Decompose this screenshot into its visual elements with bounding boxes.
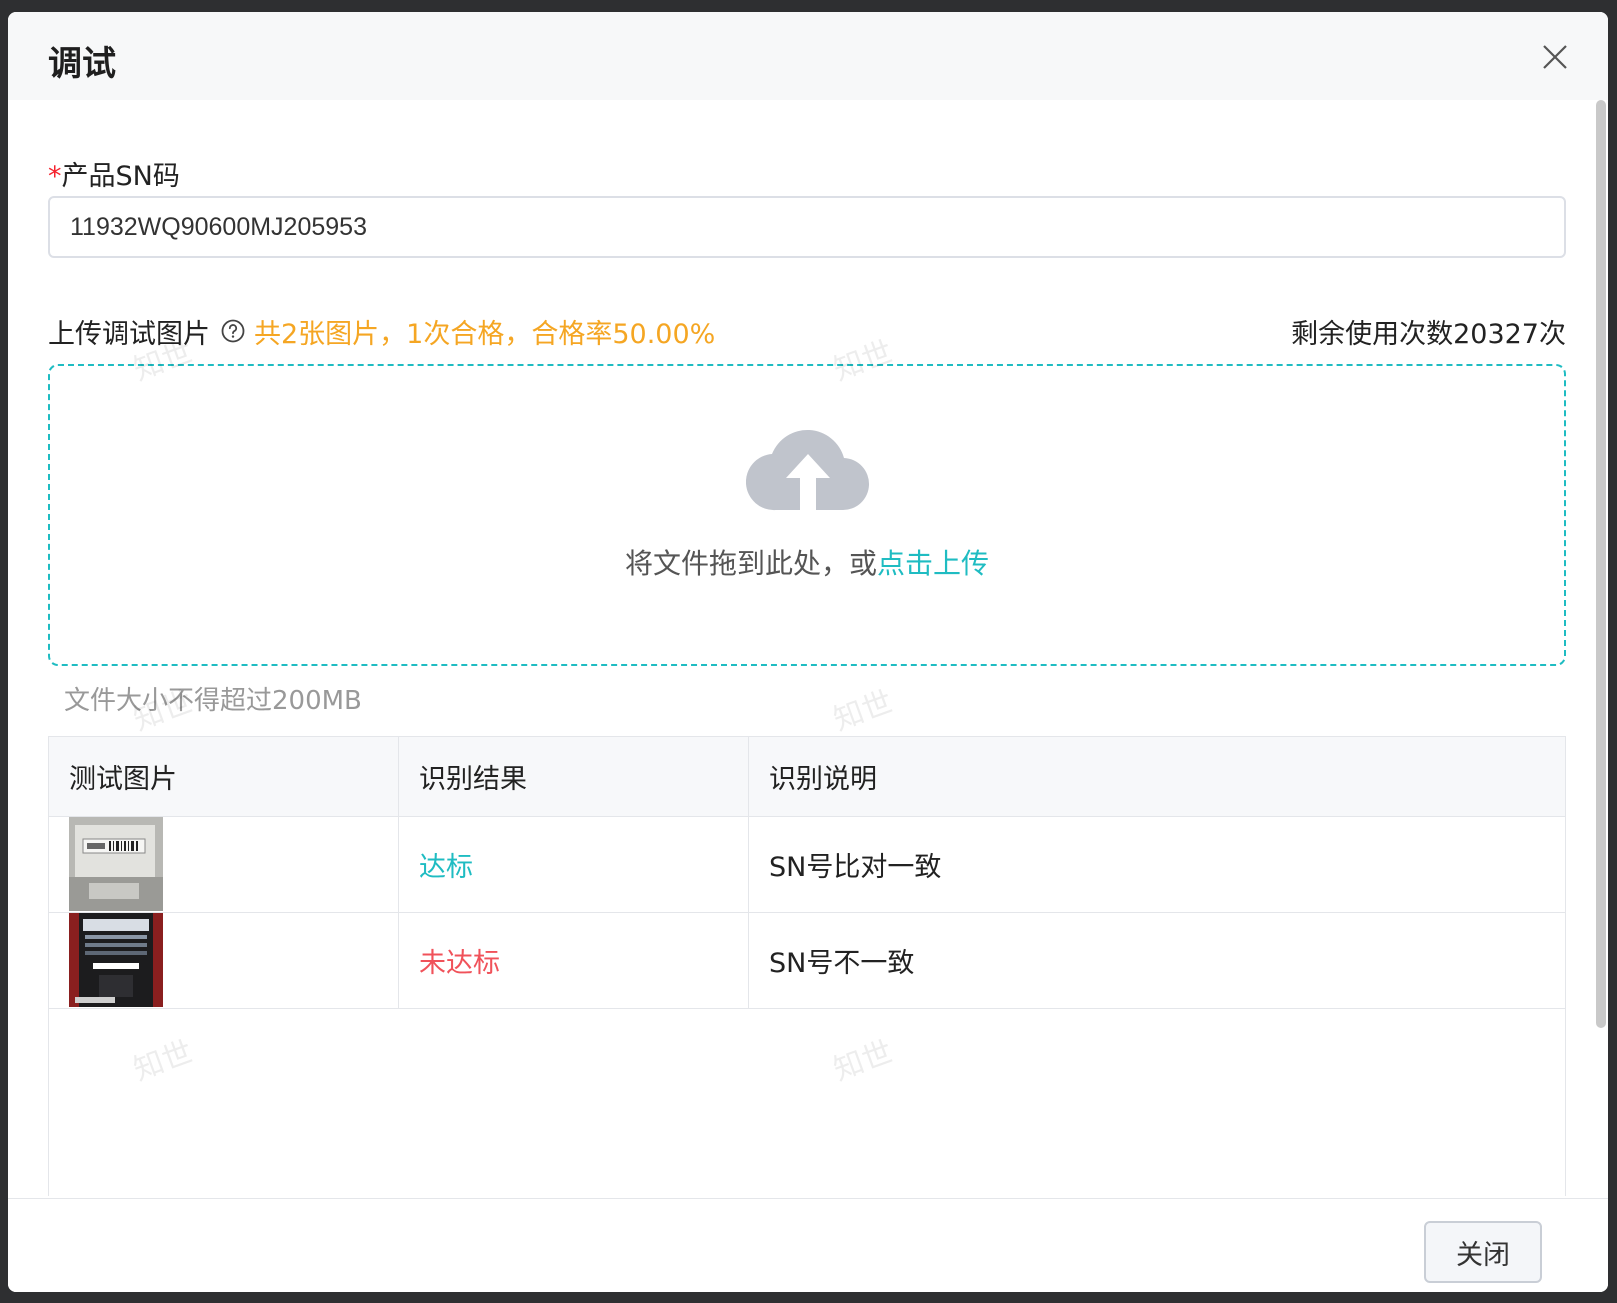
image-cell [49, 913, 399, 1008]
sn-label-text: 产品SN码 [61, 161, 180, 192]
scrollbar[interactable] [1596, 100, 1606, 1028]
drop-text: 将文件拖到此处，或 [624, 547, 877, 580]
question-circle-icon[interactable] [220, 318, 246, 344]
click-upload-link[interactable]: 点击上传 [877, 547, 989, 580]
close-icon[interactable] [1540, 42, 1570, 72]
device-rack-photo[interactable] [69, 913, 163, 1007]
upload-stats: 共2张图片，1次合格，合格率50.00% [254, 319, 716, 350]
table-row: 达标 SN号比对一致 [49, 817, 1565, 913]
result-note: SN号比对一致 [769, 852, 942, 883]
sn-input[interactable] [48, 196, 1566, 258]
upload-label: 上传调试图片 [48, 319, 210, 350]
sn-label: *产品SN码 [48, 154, 180, 193]
image-cell [49, 817, 399, 912]
upload-dropzone[interactable]: 将文件拖到此处，或点击上传 [48, 364, 1566, 666]
required-mark: * [48, 161, 62, 192]
dialog-body: *产品SN码 上传调试图片 共2张图片，1次合格，合格率50.00% 剩余使用次… [8, 100, 1596, 1198]
barcode-label-photo[interactable] [69, 817, 163, 911]
header-test-image: 测试图片 [49, 737, 399, 816]
dialog-header: 调试 [8, 12, 1608, 100]
watermark: 知世 [829, 684, 898, 738]
dialog-footer: 关闭 [8, 1198, 1608, 1292]
debug-dialog: 调试 *产品SN码 上传调试图片 共2张图片，1次合格，合格率50.00% 剩余… [8, 12, 1608, 1292]
header-result: 识别结果 [399, 737, 749, 816]
result-fail: 未达标 [399, 913, 749, 1008]
cloud-upload-icon [746, 429, 869, 511]
table-header: 测试图片 识别结果 识别说明 [49, 737, 1565, 817]
result-note: SN号不一致 [769, 948, 915, 979]
remaining-count: 剩余使用次数20327次 [1291, 319, 1566, 350]
close-button[interactable]: 关闭 [1424, 1221, 1542, 1283]
upload-header: 上传调试图片 共2张图片，1次合格，合格率50.00% 剩余使用次数20327次 [48, 312, 1566, 352]
drop-instructions: 将文件拖到此处，或点击上传 [50, 542, 1564, 582]
results-table: 测试图片 识别结果 识别说明 达标 SN号比对一致 未达标 SN号不一致 [48, 736, 1566, 1196]
file-size-hint: 文件大小不得超过200MB [64, 686, 362, 716]
dialog-title: 调试 [48, 44, 116, 84]
header-description: 识别说明 [769, 764, 877, 795]
table-row: 未达标 SN号不一致 [49, 913, 1565, 1009]
result-pass: 达标 [399, 817, 749, 912]
